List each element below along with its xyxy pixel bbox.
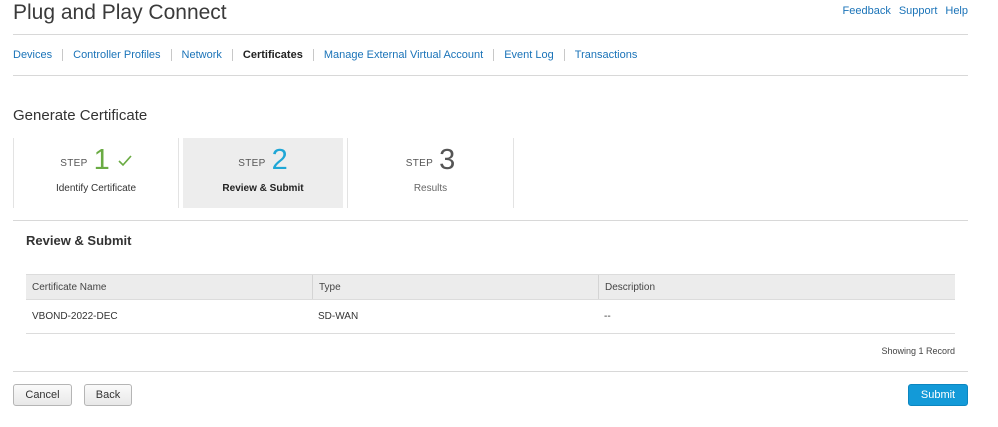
wizard-step-2: STEP 2 Review & Submit [183, 138, 343, 208]
wizard-step-1: STEP 1 Identify Certificate [13, 138, 179, 208]
nav-separator [312, 49, 314, 61]
step-word: STEP [405, 157, 434, 169]
table-header: Certificate Name Type Description [26, 274, 955, 300]
step-caption: Identify Certificate [55, 183, 137, 194]
cell-type: SD-WAN [318, 311, 359, 322]
cancel-button[interactable]: Cancel [13, 384, 72, 406]
feedback-link[interactable]: Feedback [843, 5, 891, 17]
column-header-description[interactable]: Description [598, 275, 955, 299]
page-title: Generate Certificate [13, 107, 148, 124]
table-row: VBOND-2022-DEC SD-WAN -- [26, 300, 955, 334]
step-number: 2 [271, 144, 288, 176]
column-header-type[interactable]: Type [312, 275, 598, 299]
footer-divider [13, 371, 968, 372]
step-caption: Review & Submit [222, 183, 304, 194]
header-divider [13, 34, 968, 35]
app-title: Plug and Play Connect [13, 1, 227, 24]
checkmark-icon [118, 154, 132, 172]
submit-button[interactable]: Submit [908, 384, 968, 406]
certificate-table: Certificate Name Type Description VBOND-… [26, 274, 955, 334]
tab-manage-external-virtual-account[interactable]: Manage External Virtual Account [324, 49, 483, 61]
tab-event-log[interactable]: Event Log [504, 49, 554, 61]
review-submit-heading: Review & Submit [26, 233, 132, 248]
back-button[interactable]: Back [84, 384, 132, 406]
wizard-steps: STEP 1 Identify Certificate STEP 2 Revie… [13, 138, 514, 208]
step-word: STEP [60, 157, 88, 169]
tab-transactions[interactable]: Transactions [575, 49, 638, 61]
nav-separator [231, 49, 233, 61]
step-number: 3 [439, 144, 456, 176]
cell-description: -- [604, 311, 611, 322]
step-number: 1 [93, 144, 110, 176]
nav-divider [13, 75, 968, 76]
tab-controller-profiles[interactable]: Controller Profiles [73, 49, 160, 61]
tab-network[interactable]: Network [182, 49, 222, 61]
step-caption: Results [413, 183, 448, 194]
tab-devices[interactable]: Devices [13, 49, 52, 61]
help-link[interactable]: Help [945, 5, 968, 17]
nav-separator [493, 49, 495, 61]
top-links: Feedback Support Help [843, 5, 968, 17]
wizard-step-3: STEP 3 Results [347, 138, 514, 208]
nav-separator [62, 49, 64, 61]
tab-certificates[interactable]: Certificates [243, 49, 303, 61]
main-nav: Devices Controller Profiles Network Cert… [13, 49, 637, 61]
nav-separator [563, 49, 565, 61]
step-word: STEP [238, 157, 266, 169]
wizard-divider [13, 220, 968, 221]
support-link[interactable]: Support [899, 5, 938, 17]
column-header-certificate-name[interactable]: Certificate Name [26, 275, 312, 299]
record-count: Showing 1 Record [881, 346, 955, 356]
cell-certificate-name: VBOND-2022-DEC [32, 311, 118, 322]
nav-separator [170, 49, 172, 61]
